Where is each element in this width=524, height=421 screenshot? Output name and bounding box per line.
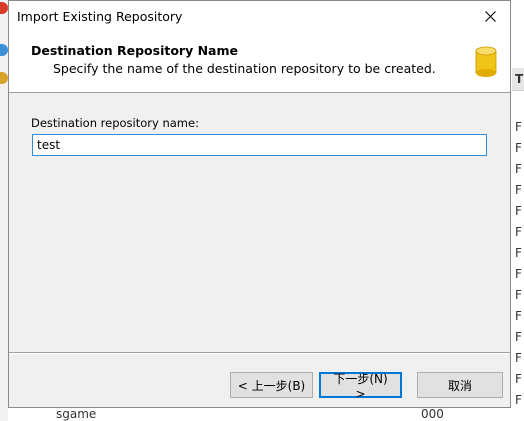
app-icon: [0, 72, 8, 84]
close-button[interactable]: [470, 1, 510, 32]
background-item-value: 000: [421, 407, 444, 421]
background-row-char: F: [515, 309, 522, 323]
nav-icon: [0, 44, 8, 56]
wizard-step-description: Specify the name of the destination repo…: [53, 61, 436, 76]
column-header: T: [512, 68, 524, 91]
background-row-char: F: [515, 288, 522, 302]
dialog-title: Import Existing Repository: [17, 9, 183, 24]
background-row-char: F: [515, 351, 522, 365]
wizard-step-title: Destination Repository Name: [31, 43, 238, 58]
background-row-char: F: [515, 267, 522, 281]
next-button[interactable]: 下一步(N) >: [319, 372, 402, 401]
wizard-header: Destination Repository Name Specify the …: [9, 32, 510, 93]
background-app-right-edge: T FFFFFFFFFFFFFF: [512, 0, 524, 421]
column-header-label: T: [515, 72, 524, 86]
background-row-char: F: [515, 141, 522, 155]
button-separator-highlight: [9, 353, 510, 354]
database-icon: [475, 46, 497, 77]
background-row-char: F: [515, 162, 522, 176]
back-button[interactable]: < 上一步(B): [230, 372, 313, 398]
app-icon: [0, 2, 8, 14]
background-app-left-edge: [0, 0, 8, 421]
title-bar: Import Existing Repository: [9, 1, 510, 32]
import-repository-dialog: Import Existing Repository Destination R…: [8, 0, 511, 408]
cancel-button[interactable]: 取消: [417, 372, 503, 398]
repository-name-label: Destination repository name:: [31, 116, 199, 130]
background-row-char: F: [515, 183, 522, 197]
background-row-char: F: [515, 120, 522, 134]
background-row-char: F: [515, 204, 522, 218]
background-row-char: F: [515, 246, 522, 260]
background-item-name: sgame: [56, 407, 97, 421]
background-row-char: F: [515, 393, 522, 407]
background-row-char: F: [515, 330, 522, 344]
close-icon: [484, 11, 496, 22]
background-row-char: F: [515, 225, 522, 239]
background-row-char: F: [515, 372, 522, 386]
background-app-bottom-strip: sgame 000: [8, 407, 512, 421]
repository-name-input[interactable]: [32, 134, 487, 156]
